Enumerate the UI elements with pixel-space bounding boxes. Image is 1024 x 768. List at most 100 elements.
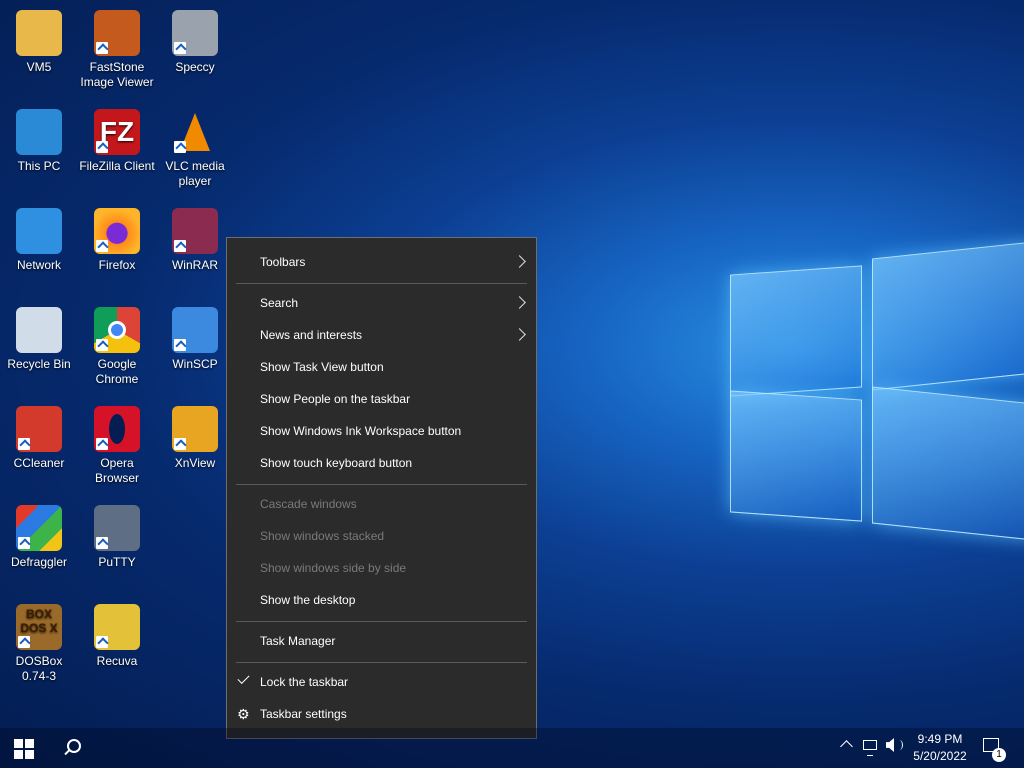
menu-item-label: Show windows side by side bbox=[260, 561, 407, 575]
desktop-icon-chrome[interactable]: Google Chrome bbox=[79, 307, 155, 387]
menu-item-show-the-desktop[interactable]: Show the desktop bbox=[227, 584, 536, 616]
menu-item-label: Show touch keyboard button bbox=[260, 456, 413, 470]
desktop-icon-filezilla[interactable]: FZ FileZilla Client bbox=[79, 109, 155, 174]
menu-item-toolbars[interactable]: Toolbars bbox=[227, 246, 536, 278]
computer-icon bbox=[16, 109, 62, 155]
desktop-icon-opera[interactable]: Opera Browser bbox=[79, 406, 155, 486]
chevron-right-icon bbox=[513, 255, 526, 268]
menu-item-taskbar-settings[interactable]: ⚙ Taskbar settings bbox=[227, 698, 536, 730]
start-button[interactable] bbox=[0, 728, 48, 768]
defraggler-icon bbox=[16, 505, 62, 551]
desktop-icon-speccy[interactable]: Speccy bbox=[157, 10, 233, 75]
desktop-icon-faststone[interactable]: FastStone Image Viewer bbox=[79, 10, 155, 90]
desktop-icon-label: Network bbox=[16, 258, 61, 272]
menu-item-label: Taskbar settings bbox=[260, 707, 347, 721]
chevron-right-icon bbox=[513, 328, 526, 341]
menu-item-show-touch-keyboard[interactable]: Show touch keyboard button bbox=[227, 447, 536, 479]
clock-date: 5/20/2022 bbox=[913, 749, 967, 763]
dosbox-logo-text: BOX DOS X bbox=[20, 607, 58, 635]
menu-item-lock-the-taskbar[interactable]: Lock the taskbar bbox=[227, 666, 536, 698]
desktop-icon-network[interactable]: Network bbox=[1, 208, 77, 273]
desktop-icon-recuva[interactable]: Recuva bbox=[79, 604, 155, 669]
dosbox-icon: BOX DOS X bbox=[16, 604, 62, 650]
taskbar-search-button[interactable] bbox=[50, 728, 94, 768]
desktop-icon-firefox[interactable]: Firefox bbox=[79, 208, 155, 273]
desktop-icon-ccleaner[interactable]: CCleaner bbox=[1, 406, 77, 471]
desktop-icon-label: VM5 bbox=[26, 60, 52, 74]
desktop-icon-winscp[interactable]: WinSCP bbox=[157, 307, 233, 372]
chrome-icon bbox=[94, 307, 140, 353]
desktop-icon-this-pc[interactable]: This PC bbox=[1, 109, 77, 174]
desktop-icon-label: Speccy bbox=[175, 60, 215, 74]
taskbar-clock[interactable]: 9:49 PM 5/20/2022 bbox=[908, 731, 972, 765]
putty-icon bbox=[94, 505, 140, 551]
shortcut-arrow-icon bbox=[96, 42, 108, 54]
volume-icon[interactable] bbox=[886, 738, 894, 752]
network-icon bbox=[16, 208, 62, 254]
shortcut-arrow-icon bbox=[18, 438, 30, 450]
taskbar[interactable]: 9:49 PM 5/20/2022 1 bbox=[0, 728, 1024, 768]
desktop-icon-dosbox[interactable]: BOX DOS X DOSBox 0.74-3 bbox=[1, 604, 77, 684]
desktop-icon-label: WinRAR bbox=[171, 258, 218, 272]
menu-item-label: Task Manager bbox=[260, 634, 336, 648]
desktop-icon-label: Firefox bbox=[98, 258, 136, 272]
winscp-icon bbox=[172, 307, 218, 353]
shortcut-arrow-icon bbox=[96, 141, 108, 153]
gear-icon: ⚙ bbox=[237, 706, 250, 722]
menu-item-label: Toolbars bbox=[260, 255, 306, 269]
desktop-icon-label: FastStone Image Viewer bbox=[80, 60, 154, 89]
desktop-icon-label: FileZilla Client bbox=[79, 159, 155, 173]
desktop-icon-label: Recuva bbox=[96, 654, 138, 668]
desktop-icon-label: XnView bbox=[174, 456, 216, 470]
desktop-icon-vlc[interactable]: VLC media player bbox=[157, 109, 233, 189]
shortcut-arrow-icon bbox=[96, 537, 108, 549]
menu-item-label: Search bbox=[260, 296, 299, 310]
logo-pane bbox=[730, 390, 862, 522]
menu-item-show-ink-workspace[interactable]: Show Windows Ink Workspace button bbox=[227, 415, 536, 447]
recuva-icon bbox=[94, 604, 140, 650]
menu-separator bbox=[236, 621, 527, 622]
desktop-icon-defraggler[interactable]: Defraggler bbox=[1, 505, 77, 570]
menu-item-show-windows-side-by-side: Show windows side by side bbox=[227, 552, 536, 584]
faststone-icon bbox=[94, 10, 140, 56]
menu-item-cascade-windows: Cascade windows bbox=[227, 488, 536, 520]
shortcut-arrow-icon bbox=[96, 339, 108, 351]
logo-pane bbox=[730, 265, 862, 397]
ccleaner-icon bbox=[16, 406, 62, 452]
logo-pane bbox=[872, 241, 1024, 391]
shortcut-arrow-icon bbox=[96, 636, 108, 648]
menu-item-label: Cascade windows bbox=[260, 497, 357, 511]
desktop-icon-label: Opera Browser bbox=[94, 456, 139, 485]
desktop-icon-xnview[interactable]: XnView bbox=[157, 406, 233, 471]
folder-user-icon bbox=[16, 10, 62, 56]
menu-item-label: Show the desktop bbox=[260, 593, 356, 607]
desktop-icon-vm5[interactable]: VM5 bbox=[1, 10, 77, 75]
menu-item-label: Show People on the taskbar bbox=[260, 392, 411, 406]
desktop-icon-label: WinSCP bbox=[172, 357, 218, 371]
filezilla-icon: FZ bbox=[94, 109, 140, 155]
menu-item-news-and-interests[interactable]: News and interests bbox=[227, 319, 536, 351]
desktop-icon-recycle-bin[interactable]: Recycle Bin bbox=[1, 307, 77, 372]
desktop-icon-label: This PC bbox=[17, 159, 61, 173]
menu-item-show-task-view[interactable]: Show Task View button bbox=[227, 351, 536, 383]
volume-wave-icon bbox=[896, 740, 903, 750]
shortcut-arrow-icon bbox=[18, 537, 30, 549]
checkmark-icon bbox=[237, 671, 250, 685]
shortcut-arrow-icon bbox=[174, 240, 186, 252]
menu-separator bbox=[236, 484, 527, 485]
logo-pane bbox=[872, 386, 1024, 541]
show-hidden-icons-chevron-up-icon[interactable] bbox=[840, 740, 853, 753]
menu-separator bbox=[236, 283, 527, 284]
shortcut-arrow-icon bbox=[174, 141, 186, 153]
menu-item-show-people[interactable]: Show People on the taskbar bbox=[227, 383, 536, 415]
menu-item-task-manager[interactable]: Task Manager bbox=[227, 625, 536, 657]
menu-item-label: Lock the taskbar bbox=[260, 675, 349, 689]
network-tray-icon[interactable] bbox=[863, 740, 877, 756]
desktop-icon-label: CCleaner bbox=[13, 456, 65, 470]
winrar-icon bbox=[172, 208, 218, 254]
xnview-icon bbox=[172, 406, 218, 452]
wallpaper-windows-logo bbox=[700, 230, 1024, 541]
menu-item-search[interactable]: Search bbox=[227, 287, 536, 319]
desktop-icon-putty[interactable]: PuTTY bbox=[79, 505, 155, 570]
desktop-icon-winrar[interactable]: WinRAR bbox=[157, 208, 233, 273]
